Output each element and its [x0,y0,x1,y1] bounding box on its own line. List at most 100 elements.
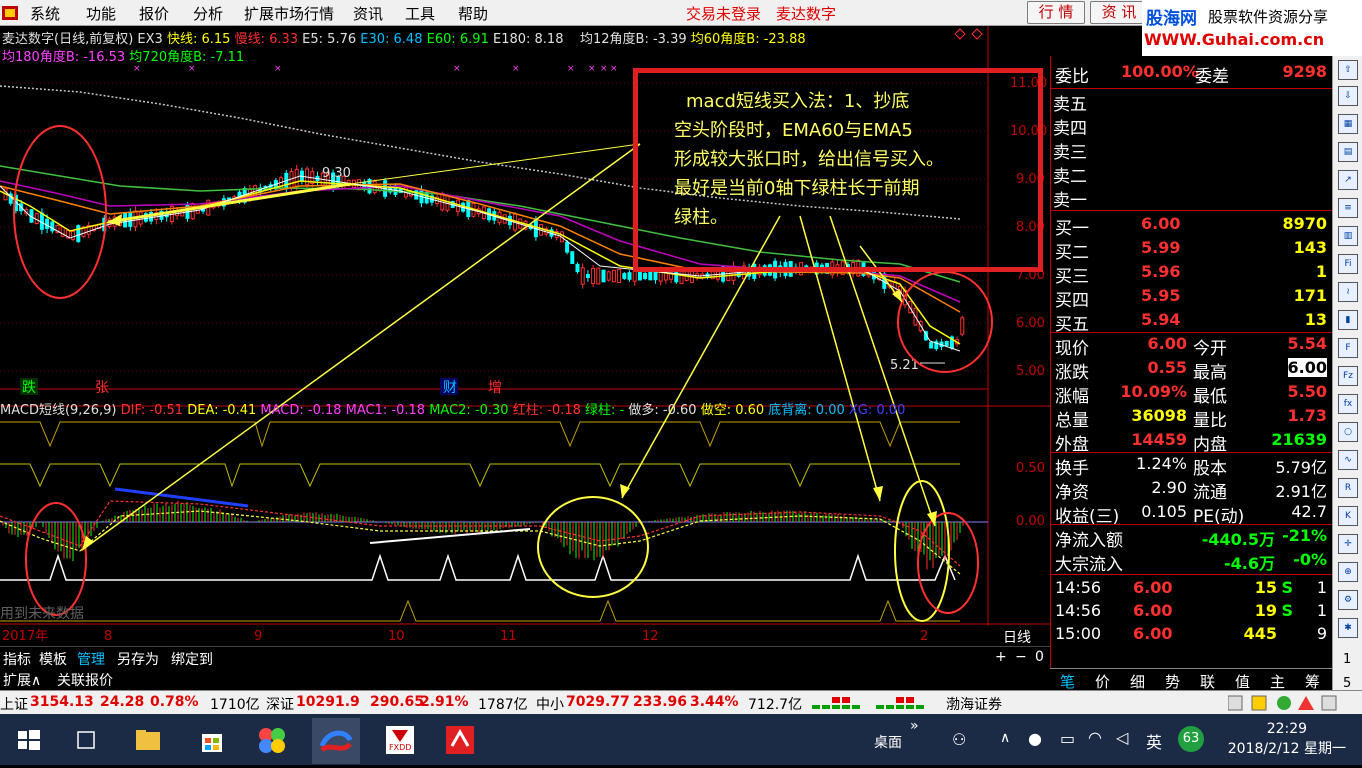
rsi-icon[interactable]: R [1338,478,1358,498]
grid-icon[interactable]: ▦ [1338,114,1358,134]
menu-ext-market[interactable]: 扩展市场行情 [244,3,334,24]
detail-tab[interactable]: 笔 [1050,671,1085,692]
info-button[interactable]: 资 讯 [1090,1,1148,24]
chevron-right-icon[interactable]: » [910,718,919,734]
stat-row: 外盘 14459 内盘 21639 [1053,430,1331,455]
stock-app-icon[interactable] [312,718,360,764]
table-icon[interactable]: ▤ [1338,142,1358,162]
list-icon[interactable]: ≡ [1338,198,1358,218]
menu-function[interactable]: 功能 [86,3,116,24]
settings-icon[interactable]: ✱ [1338,618,1358,638]
detail-tab[interactable]: 主 [1260,671,1295,692]
kline-chart[interactable]: × × × × × × × × × 11.00 10.00 9.00 8.00 7.00 6.0… [0,26,1050,646]
menu-news[interactable]: 资讯 [353,3,383,24]
detail-tab[interactable]: 联 [1190,671,1225,692]
sidebar-num: 5 [1343,676,1352,691]
menu-system[interactable]: 系统 [30,3,60,24]
tab-related-quote[interactable]: 关联报价 [54,670,116,690]
arrow-up-icon[interactable]: ⇧ [1338,60,1358,80]
detail-tab[interactable]: 值 [1225,671,1260,692]
tab-save-as[interactable]: 另存为 [114,649,162,669]
crosshair-icon[interactable]: ✛ [1338,534,1358,554]
desktop-label[interactable]: 桌面 [874,732,902,752]
macd-kong: 做空: 0.60 [700,403,765,418]
search-icon[interactable]: ○ [1338,422,1358,442]
future-data-warning: 用到未来数据 [0,606,84,622]
red-app-icon[interactable] [442,722,478,758]
sz-pct: 2.91% [420,694,469,710]
task-view-icon[interactable] [68,722,104,758]
tab-manage[interactable]: 管理 [74,649,108,669]
zoom-in-button[interactable]: + [992,649,1010,665]
buy-label: 买二 [1055,243,1089,263]
arrow-down-icon[interactable]: ⇩ [1338,86,1358,106]
chevron-up-icon[interactable]: ∧ [1000,730,1010,746]
legend-ang12: 均12角度B: -3.39 [580,32,687,47]
chart-icon[interactable]: ▥ [1338,226,1358,246]
period-label[interactable]: 日线 [1000,627,1034,647]
quote-panel: 委比 100.00% 委差 9298 卖五 卖四 卖三 卖二 卖一 买一 6.00… [1050,56,1333,690]
annotation-line: 最好是当前0轴下绿柱长于前期 [674,178,920,199]
ime-language[interactable]: 英 [1146,729,1162,753]
sz-label: 深证 [266,697,294,713]
menu-help[interactable]: 帮助 [458,3,488,24]
file-explorer-icon[interactable] [130,722,166,758]
detail-tab[interactable]: 势 [1155,671,1190,692]
wave-icon[interactable]: ∿ [1338,450,1358,470]
candle-icon[interactable]: ▮ [1338,310,1358,330]
xaxis-label: 2017年 [2,629,48,644]
f10-icon[interactable]: F [1338,338,1358,358]
kline-icon[interactable]: K [1338,506,1358,526]
buy-price: 5.95 [1141,286,1181,305]
store-icon[interactable] [194,722,230,758]
fib-icon[interactable]: Fi [1338,254,1358,274]
zoom-icon[interactable]: ⊕ [1338,562,1358,582]
weibi-value: 100.00% [1121,62,1199,81]
reset-button[interactable]: 0 [1032,649,1047,665]
buy-volume: 13 [1304,310,1327,329]
macd-xg: XG: 0.00 [848,403,906,418]
app-icon[interactable] [0,3,20,27]
detail-tab[interactable]: 细 [1120,671,1155,692]
annotation-line: 空头阶段时，EMA60与EMA5 [674,120,913,141]
menu-quote[interactable]: 报价 [139,3,169,24]
qq-icon[interactable]: ● [1028,729,1042,748]
login-status[interactable]: 交易未登录 [686,3,761,24]
windows-start-icon[interactable] [10,722,46,758]
quote-button[interactable]: 行 情 [1027,1,1085,24]
tab-template[interactable]: 模板 [36,649,70,669]
zoom-out-button[interactable]: − [1012,649,1030,665]
photos-icon[interactable] [254,722,290,758]
tick-time: 15:00 [1055,624,1102,643]
menu-tools[interactable]: 工具 [405,3,435,24]
person-icon[interactable]: ⚇ [952,730,966,749]
xaxis-label: 2 [920,629,928,644]
notification-badge[interactable]: 63 [1178,726,1204,752]
wifi-icon[interactable]: ◠ [1088,728,1102,747]
detail-tab[interactable]: 筹 [1295,671,1330,692]
menu-analysis[interactable]: 分析 [193,3,223,24]
antenna-icon[interactable]: ≀ [1338,282,1358,302]
buy-label: 买三 [1055,267,1089,287]
tools-icon[interactable]: ⚙ [1338,590,1358,610]
tick-side: S [1281,578,1293,597]
clock-time: 22:29 [1266,721,1308,737]
tab-indicator[interactable]: 指标 [0,649,34,669]
detail-tab[interactable]: 价 [1085,671,1120,692]
indicator-tabs: 指标 模板 管理 另存为 绑定到 日线 + − 0 [0,630,1050,669]
volume-icon[interactable]: ◁ [1116,728,1128,747]
tag-rise: 张 [95,380,109,396]
fz-icon[interactable]: Fz [1338,366,1358,386]
fx-icon[interactable]: fx [1338,394,1358,414]
battery-icon[interactable]: ▭ [1060,729,1075,748]
flow-row: 大宗流入 -4.6万 -0% [1053,550,1331,575]
taskbar-clock[interactable]: 22:29 2018/2/12 星期一 [1228,719,1346,759]
fxdd-icon[interactable]: FXDD [382,722,418,758]
status-icons[interactable] [1227,694,1348,716]
stat-value: 1.73 [1287,406,1327,425]
trend-icon[interactable]: ↗ [1338,170,1358,190]
legend-ang180: 均180角度B: -16.53 [2,50,126,65]
tab-extend[interactable]: 扩展∧ [0,670,44,690]
tab-bind[interactable]: 绑定到 [168,649,216,669]
xaxis-label: 8 [104,629,112,644]
